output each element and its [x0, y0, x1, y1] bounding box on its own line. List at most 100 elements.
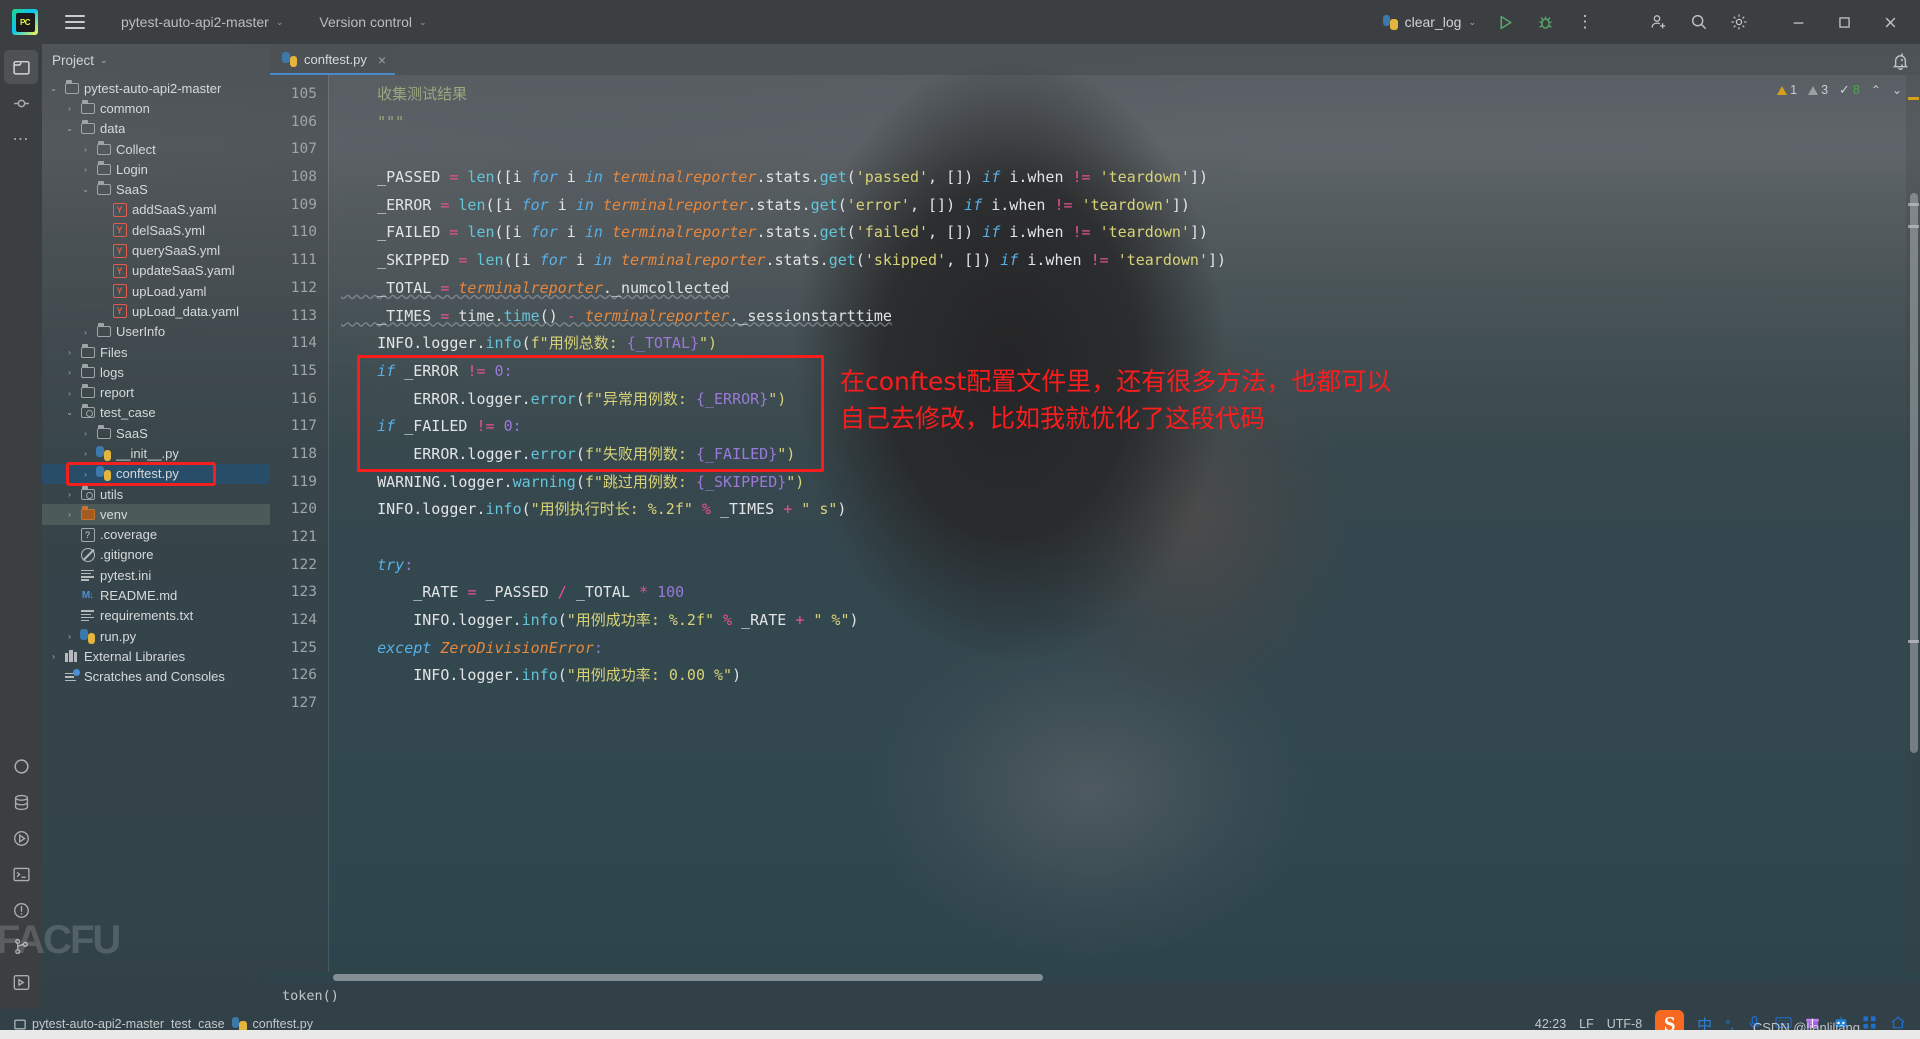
code-content[interactable]: 收集测试结果 """ _PASSED = len([i for i in ter… [329, 75, 1906, 972]
code-line[interactable]: 收集测试结果 [341, 81, 1906, 109]
sidebar-item-terminal[interactable] [4, 857, 38, 891]
sidebar-item-python-packages[interactable] [4, 749, 38, 783]
horizontal-scrollbar[interactable] [270, 972, 1920, 983]
previous-problem-button[interactable]: ⌃ [1871, 83, 1881, 97]
disclosure-triangle-icon[interactable]: › [80, 469, 91, 479]
tree-item-upload-yaml[interactable]: ›YupLoad.yaml [42, 281, 270, 301]
tree-item-pytest-auto-api2-master[interactable]: ⌄ pytest-auto-api2-master [42, 78, 270, 98]
disclosure-triangle-icon[interactable]: › [80, 428, 91, 438]
tree-item-delsaas-yml[interactable]: ›YdelSaaS.yml [42, 220, 270, 240]
code-line[interactable]: _TIMES = time.time() - terminalreporter.… [341, 303, 1906, 331]
run-configuration-selector[interactable]: clear_log ⌄ [1375, 10, 1484, 34]
disclosure-triangle-icon[interactable]: ⌄ [80, 184, 91, 195]
code-line[interactable]: _SKIPPED = len([i for i in terminalrepor… [341, 247, 1906, 275]
tree-item-coverage[interactable]: ›?.coverage [42, 525, 270, 545]
main-menu-icon[interactable] [58, 5, 92, 39]
breadcrumb[interactable]: token() [270, 983, 1920, 1009]
project-name-button[interactable]: pytest-auto-api2-master ⌄ [114, 10, 290, 34]
code-line[interactable]: ERROR.logger.error(f"失败用例数: {_FAILED}") [341, 441, 1906, 469]
tree-item-saas[interactable]: › SaaS [42, 423, 270, 443]
file-encoding[interactable]: UTF-8 [1607, 1017, 1642, 1031]
debug-button[interactable] [1526, 3, 1564, 41]
error-stripe-marker-bar[interactable] [1906, 75, 1920, 972]
code-line[interactable]: """ [341, 109, 1906, 137]
settings-button[interactable] [1720, 3, 1758, 41]
disclosure-triangle-icon[interactable]: ⌄ [64, 123, 75, 134]
close-window-button[interactable] [1868, 0, 1912, 44]
code-line[interactable]: _FAILED = len([i for i in terminalreport… [341, 219, 1906, 247]
tree-item-querysaas-yml[interactable]: ›YquerySaaS.yml [42, 240, 270, 260]
sidebar-item-project[interactable] [4, 50, 38, 84]
code-line[interactable]: ERROR.logger.error(f"异常用例数: {_ERROR}") [341, 386, 1906, 414]
tree-item-readme-md[interactable]: ›M↓README.md [42, 585, 270, 605]
code-line[interactable]: INFO.logger.info("用例成功率: 0.00 %") [341, 662, 1906, 690]
tree-item-logs[interactable]: › logs [42, 362, 270, 382]
tree-item-gitignore[interactable]: ›.gitignore [42, 545, 270, 565]
tree-item-upload-data-yaml[interactable]: ›YupLoad_data.yaml [42, 301, 270, 321]
tree-item-files[interactable]: › Files [42, 342, 270, 362]
code-line[interactable]: if _ERROR != 0: [341, 358, 1906, 386]
code-line[interactable]: INFO.logger.info("用例执行时长: %.2f" % _TIMES… [341, 496, 1906, 524]
disclosure-triangle-icon[interactable]: › [64, 631, 75, 641]
disclosure-triangle-icon[interactable]: › [64, 388, 75, 398]
inspection-widget[interactable]: 1 3 ✓ 8 ⌃ ⌄ [1777, 82, 1902, 98]
code-line[interactable]: _PASSED = len([i for i in terminalreport… [341, 164, 1906, 192]
project-tree[interactable]: ⌄ pytest-auto-api2-master › common ⌄ data › Col… [42, 76, 270, 1009]
sidebar-item-more[interactable]: ⋯ [4, 122, 38, 156]
maximize-window-button[interactable] [1822, 0, 1866, 44]
disclosure-triangle-icon[interactable]: › [64, 103, 75, 113]
close-icon[interactable]: × [378, 52, 386, 68]
tree-item-scratches-and-consoles[interactable]: ›Scratches and Consoles [42, 667, 270, 687]
version-control-button[interactable]: Version control ⌄ [312, 10, 433, 34]
tree-item-report[interactable]: › report [42, 382, 270, 402]
project-panel-header[interactable]: Project ⌄ [42, 44, 270, 76]
disclosure-triangle-icon[interactable]: › [48, 651, 59, 661]
tree-item-conftest-py[interactable]: › conftest.py [42, 463, 270, 484]
code-line[interactable]: INFO.logger.info(f"用例总数: {_TOTAL}") [341, 330, 1906, 358]
disclosure-triangle-icon[interactable]: › [80, 144, 91, 154]
tree-item-login[interactable]: › Login [42, 159, 270, 179]
tree-item-data[interactable]: ⌄ data [42, 119, 270, 139]
sidebar-item-services[interactable] [4, 965, 38, 999]
code-line[interactable] [341, 524, 1906, 552]
code-line[interactable]: try: [341, 552, 1906, 580]
sidebar-item-run[interactable] [4, 821, 38, 855]
status-crumb-folder[interactable]: test_case [171, 1017, 225, 1031]
code-line[interactable]: if _FAILED != 0: [341, 413, 1906, 441]
tree-item-collect[interactable]: › Collect [42, 139, 270, 159]
disclosure-triangle-icon[interactable]: › [64, 367, 75, 377]
next-problem-button[interactable]: ⌄ [1892, 83, 1902, 97]
sidebar-item-commit[interactable] [4, 86, 38, 120]
vertical-scrollbar-thumb[interactable] [1910, 193, 1918, 753]
inspection-ok[interactable]: ✓ 8 [1839, 82, 1860, 98]
disclosure-triangle-icon[interactable]: ⌄ [64, 407, 75, 418]
tree-item-test-case[interactable]: ⌄ test_case [42, 403, 270, 423]
code-line[interactable]: _ERROR = len([i for i in terminalreporte… [341, 192, 1906, 220]
tree-item-requirements-txt[interactable]: ›requirements.txt [42, 606, 270, 626]
inspection-weak-warnings[interactable]: 3 [1808, 83, 1828, 97]
disclosure-triangle-icon[interactable]: › [80, 448, 91, 458]
caret-position[interactable]: 42:23 [1535, 1017, 1566, 1031]
tree-item-userinfo[interactable]: › UserInfo [42, 322, 270, 342]
code-line[interactable]: _RATE = _PASSED / _TOTAL * 100 [341, 579, 1906, 607]
tree-item-utils[interactable]: › utils [42, 484, 270, 504]
status-crumb-project[interactable]: pytest-auto-api2-master [14, 1017, 164, 1031]
disclosure-triangle-icon[interactable]: › [64, 489, 75, 499]
disclosure-triangle-icon[interactable]: › [80, 164, 91, 174]
minimize-window-button[interactable] [1776, 0, 1820, 44]
tree-item-common[interactable]: › common [42, 98, 270, 118]
disclosure-triangle-icon[interactable]: › [64, 347, 75, 357]
disclosure-triangle-icon[interactable]: › [64, 509, 75, 519]
search-button[interactable] [1680, 3, 1718, 41]
tree-item-external-libraries[interactable]: › External Libraries [42, 646, 270, 666]
tree-item-run-py[interactable]: › run.py [42, 626, 270, 646]
inspection-warnings[interactable]: 1 [1777, 83, 1797, 97]
line-separator[interactable]: LF [1579, 1017, 1594, 1031]
add-account-button[interactable] [1640, 3, 1678, 41]
tree-item-init-py[interactable]: › __init__.py [42, 443, 270, 463]
disclosure-triangle-icon[interactable]: › [80, 327, 91, 337]
horizontal-scrollbar-thumb[interactable] [333, 974, 1043, 981]
run-button[interactable] [1486, 3, 1524, 41]
code-line[interactable]: INFO.logger.info("用例成功率: %.2f" % _RATE +… [341, 607, 1906, 635]
notifications-button[interactable] [1891, 52, 1910, 74]
